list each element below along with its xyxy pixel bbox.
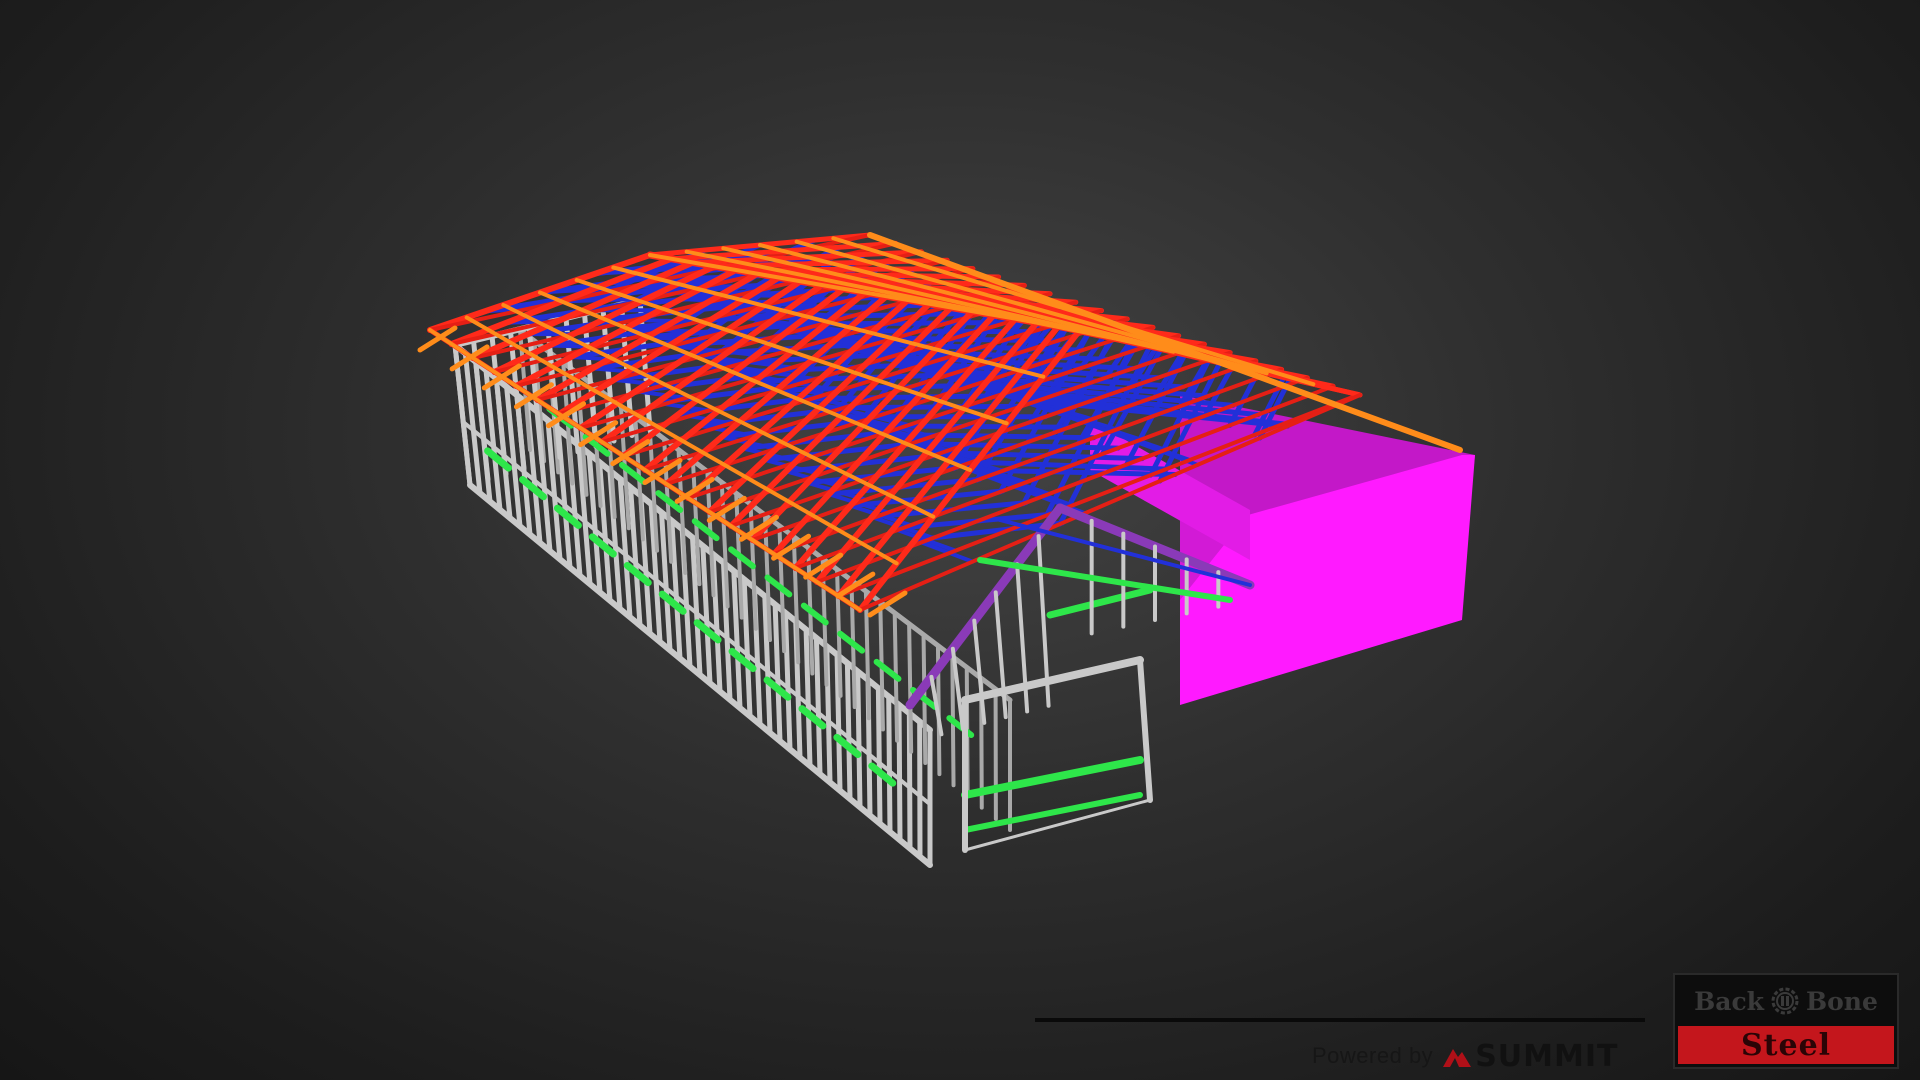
eave-overhang (417, 325, 458, 353)
wall-stud (741, 576, 753, 719)
logo-word-bone: Bone (1805, 986, 1878, 1016)
wall-stud (886, 694, 893, 835)
logo-steel-band: Steel (1678, 1026, 1894, 1064)
wall-stud (844, 660, 853, 802)
powered-by-label: Powered by (1312, 1043, 1434, 1068)
summit-logo: SUMMIT (1441, 1039, 1618, 1074)
wall-stud (813, 635, 823, 777)
footer-divider (1035, 1018, 1645, 1022)
wall-stud (772, 601, 783, 744)
truss-web (786, 328, 1035, 335)
backbone-steel-logo: Back Bone Steel (1673, 973, 1899, 1069)
3d-viewport[interactable] (0, 0, 1920, 1080)
logo-word-steel: Steel (1740, 1027, 1832, 1063)
garage-noggin (962, 792, 1143, 833)
wall-stud (669, 518, 683, 661)
summit-mountain-icon (1443, 1049, 1472, 1067)
wall-stud (896, 702, 903, 843)
summit-brand-text: SUMMIT (1475, 1038, 1619, 1074)
wall-stud (855, 668, 863, 810)
logo-word-back: Back (1694, 986, 1764, 1016)
noggin (728, 546, 756, 570)
steel-frame-model[interactable] (0, 0, 1920, 1080)
garage-header (961, 656, 1144, 704)
wall-stud (782, 610, 793, 752)
garage-noggin (961, 756, 1144, 799)
wall-cladding-group (1090, 395, 1475, 705)
wall-stud (875, 685, 883, 827)
wall-stud (803, 627, 813, 769)
garage-noggin (1046, 586, 1154, 619)
logo-top-row: Back Bone (1675, 975, 1897, 1027)
noggin (764, 574, 793, 598)
inner-wall-stud (907, 621, 914, 754)
wall-stud (628, 484, 643, 628)
wall-stud (700, 543, 713, 686)
gear-icon (1771, 987, 1799, 1015)
garage-jamb (1137, 657, 1153, 803)
powered-by-summit[interactable]: Powered by SUMMIT (1312, 1039, 1619, 1074)
